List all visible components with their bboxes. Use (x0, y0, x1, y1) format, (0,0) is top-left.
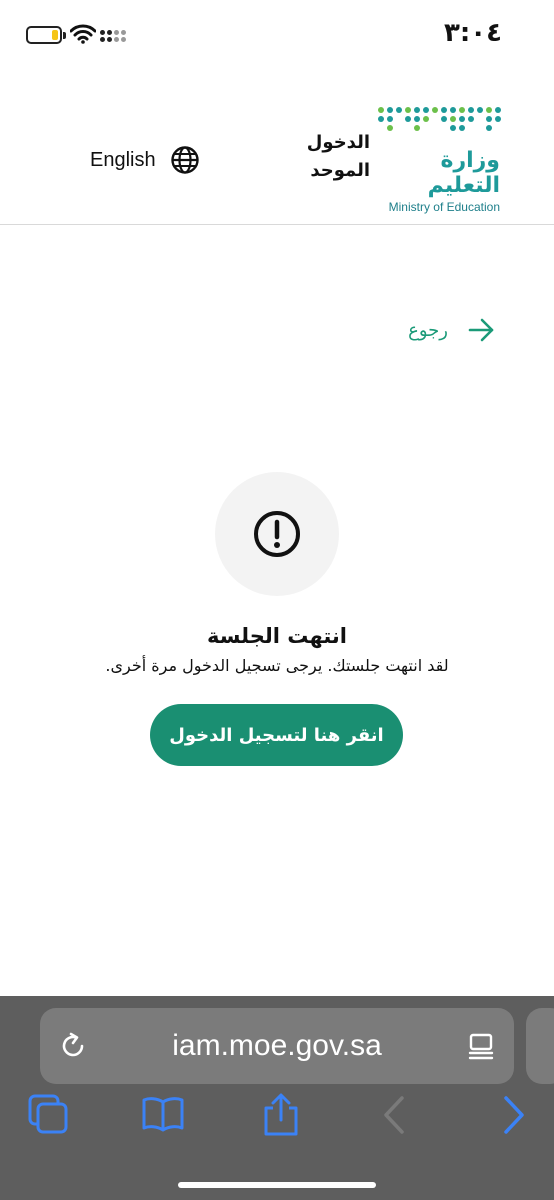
home-indicator[interactable] (178, 1182, 376, 1188)
address-bar[interactable]: iam.moe.gov.sa (40, 1008, 514, 1084)
cellular-signal-icon (100, 30, 126, 42)
logo-dot (468, 134, 474, 140)
logo-dot (414, 116, 420, 122)
logo-dot (432, 134, 438, 140)
logo-dot (486, 125, 492, 131)
logo-dot (387, 134, 393, 140)
logo-dot (486, 116, 492, 122)
logo-dot (432, 116, 438, 122)
logo-dot (468, 107, 474, 113)
logo-dot (387, 125, 393, 131)
back-link[interactable]: رجوع (408, 315, 496, 345)
session-expired-message: لقد انتهت جلستك. يرجى تسجيل الدخول مرة أ… (105, 656, 449, 675)
logo-dot (378, 134, 384, 140)
logo-dot (414, 107, 420, 113)
logo-dot (441, 116, 447, 122)
logo-dot (387, 107, 393, 113)
logo-dot (495, 116, 501, 122)
logo-dot (396, 116, 402, 122)
logo-dot (441, 107, 447, 113)
status-bar: ٣:٠٤ (0, 0, 554, 70)
share-icon[interactable] (258, 1092, 304, 1138)
tabs-icon[interactable] (26, 1092, 72, 1138)
next-tab-preview[interactable] (526, 1008, 554, 1084)
logo-dot (495, 107, 501, 113)
logo-dot (423, 116, 429, 122)
logo-dot (432, 107, 438, 113)
logo-dot (378, 116, 384, 122)
logo-dot (468, 125, 474, 131)
logo-dot (378, 125, 384, 131)
logo-dots (378, 107, 501, 140)
logo-dot (405, 125, 411, 131)
logo-dot (414, 125, 420, 131)
logo-dot (387, 116, 393, 122)
logo-dot (477, 125, 483, 131)
url-text[interactable]: iam.moe.gov.sa (100, 1008, 454, 1084)
login-button[interactable]: انقر هنا لتسجيل الدخول (150, 704, 403, 766)
logo-dot (486, 107, 492, 113)
browser-bar: iam.moe.gov.sa (0, 996, 554, 1200)
logo-dot (423, 125, 429, 131)
logo-dot (405, 107, 411, 113)
logo-dot (423, 107, 429, 113)
browser-toolbar (0, 1092, 554, 1142)
bookmarks-icon[interactable] (140, 1092, 186, 1138)
logo-dot (441, 134, 447, 140)
logo-dot (477, 134, 483, 140)
sso-title-line2: الموحد (310, 160, 370, 181)
logo-arabic-text: وزارة التعليم (427, 148, 500, 198)
status-time: ٣:٠٤ (443, 18, 502, 48)
logo-dot (450, 125, 456, 131)
logo-dot (450, 134, 456, 140)
logo-dot (486, 134, 492, 140)
logo-dot (459, 107, 465, 113)
battery-fill (52, 30, 58, 40)
logo-dot (396, 107, 402, 113)
logo-dot (468, 116, 474, 122)
logo-dot (423, 134, 429, 140)
logo-dot (405, 116, 411, 122)
reload-icon[interactable] (58, 1031, 88, 1061)
logo-dot (459, 125, 465, 131)
logo-dot (405, 134, 411, 140)
logo-dot (396, 125, 402, 131)
logo-dot (459, 134, 465, 140)
logo-dot (477, 116, 483, 122)
logo-dot (495, 134, 501, 140)
sso-title: الدخول الموحد (300, 129, 370, 185)
language-label: English (90, 148, 156, 171)
logo-dot (477, 107, 483, 113)
back-icon[interactable] (372, 1092, 418, 1138)
logo-dot (432, 125, 438, 131)
battery-icon (26, 26, 66, 44)
session-expired-title: انتهت الجلسة (207, 624, 347, 648)
logo-dot (495, 125, 501, 131)
reader-mode-icon[interactable] (466, 1031, 496, 1061)
logo-dot (459, 116, 465, 122)
logo-dot (450, 107, 456, 113)
wifi-icon (70, 24, 96, 44)
globe-icon (170, 146, 199, 174)
logo-dot (441, 125, 447, 131)
alert-icon-container (215, 472, 339, 596)
logo-dot (450, 116, 456, 122)
logo-dot (396, 134, 402, 140)
logo-dot (378, 107, 384, 113)
sso-title-line1: الدخول (306, 132, 370, 153)
language-button[interactable]: English (90, 145, 200, 175)
logo-dot (414, 134, 420, 140)
back-label: رجوع (408, 319, 448, 341)
alert-circle-icon (254, 511, 300, 557)
arrow-right-icon (468, 318, 494, 342)
ministry-logo: وزارة التعليم Ministry of Education (376, 107, 501, 214)
site-header: English الدخول الموحد وزارة التعليم Mini… (0, 95, 554, 225)
forward-icon[interactable] (490, 1092, 536, 1138)
logo-english-text: Ministry of Education (388, 200, 500, 214)
